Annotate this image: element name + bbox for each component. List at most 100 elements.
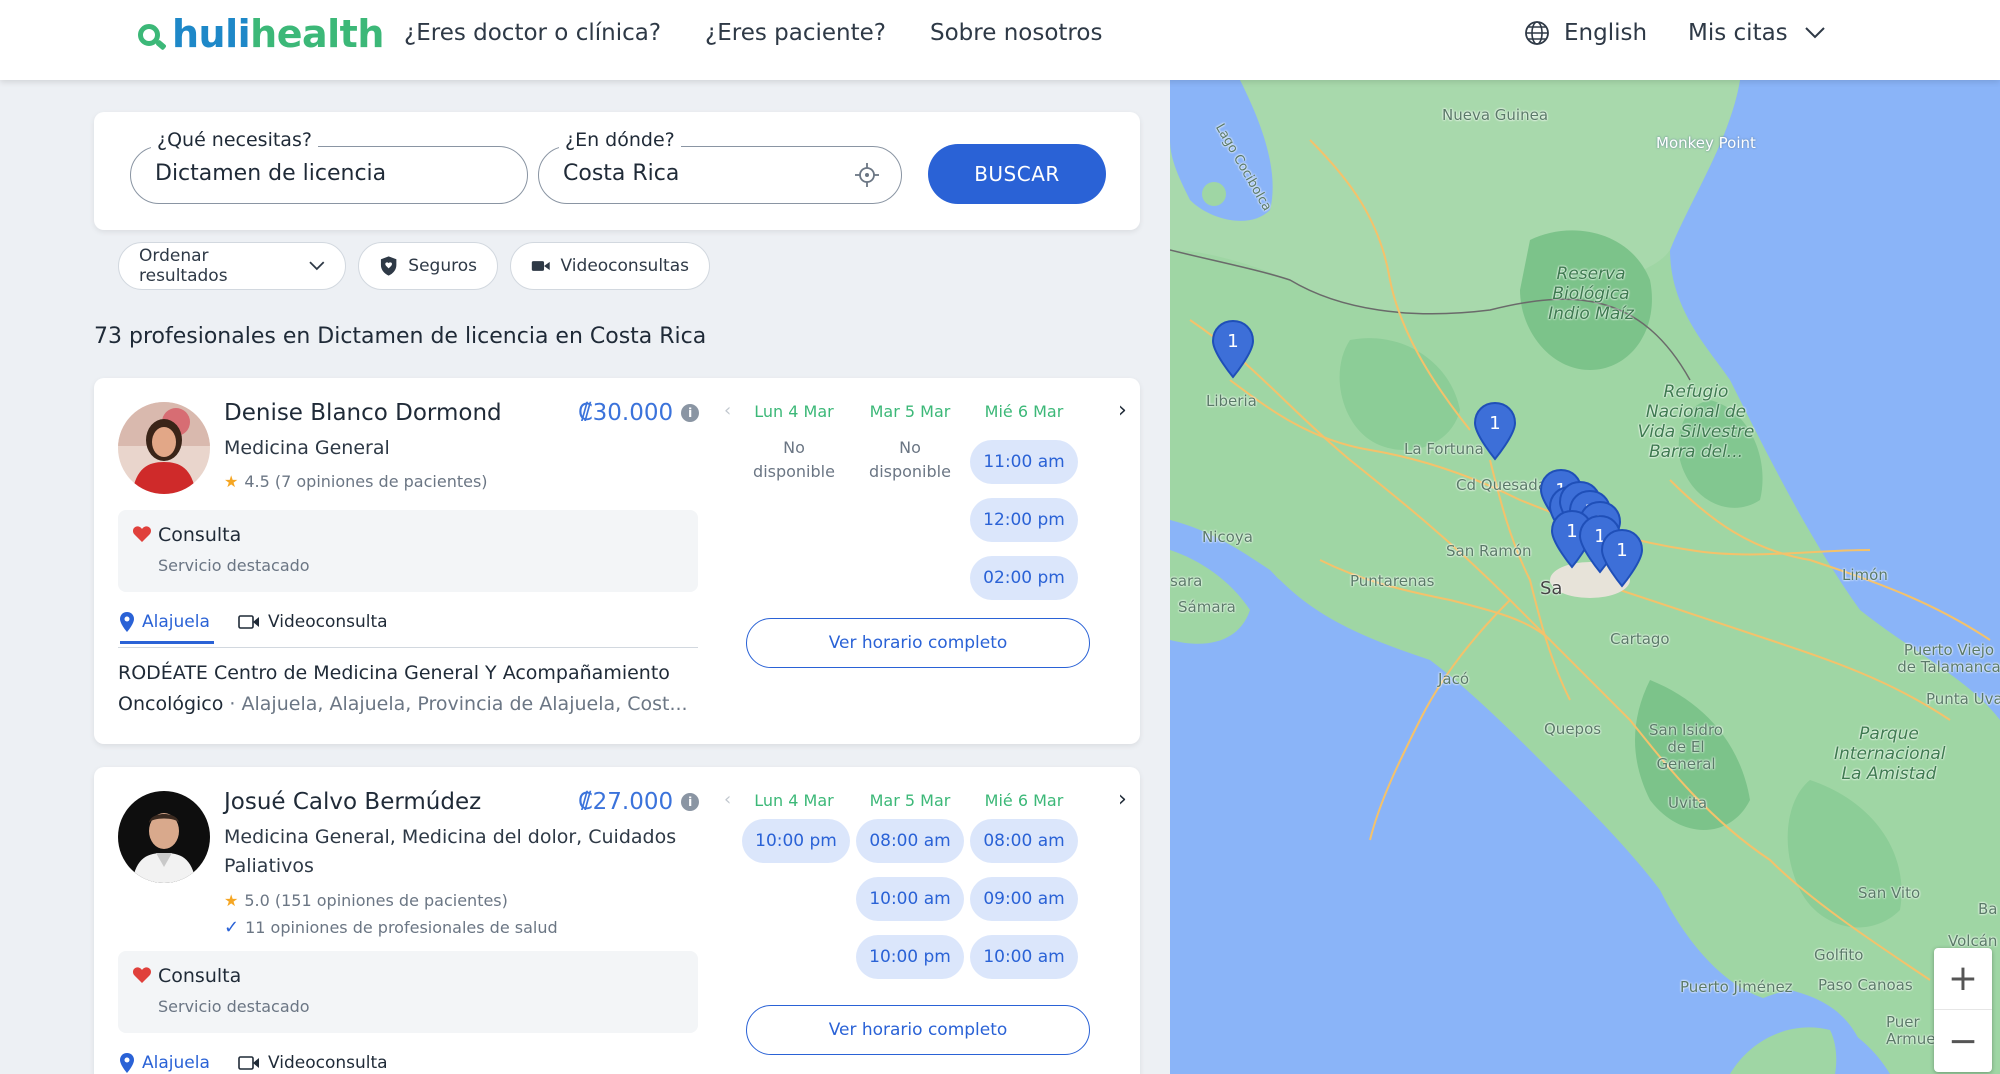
day-header: Mié 6 Mar (984, 791, 1064, 810)
what-label: ¿Qué necesitas? (151, 129, 318, 151)
video-camera-icon (238, 615, 259, 629)
map-label: Golfito (1814, 946, 1864, 964)
tab-videoconsulta[interactable]: Videoconsulta (238, 1053, 388, 1073)
schedule: ‹ › Lun 4 Mar Mar 5 Mar Mié 6 Mar No dis… (714, 378, 1127, 744)
zoom-in-button[interactable]: + (1934, 948, 1992, 1010)
chevron-left-icon[interactable]: ‹ (724, 789, 731, 810)
hulihealth-logo[interactable]: hulihealth (136, 12, 384, 56)
rating-text: 5.0 (151 opiniones de pacientes) (244, 891, 508, 910)
main-nav: ¿Eres doctor o clínica? ¿Eres paciente? … (404, 20, 1102, 46)
chevron-down-icon (309, 261, 325, 271)
professional-reviews-text: 11 opiniones de profesionales de salud (245, 918, 558, 937)
view-full-schedule-button[interactable]: Ver horario completo (746, 618, 1090, 668)
day-header: Lun 4 Mar (754, 402, 834, 421)
clinic-info[interactable]: RODÉATE Centro de Medicina General Y Aco… (118, 658, 698, 720)
time-slot[interactable]: 10:00 pm (856, 935, 964, 979)
map-label: Quepos (1544, 720, 1602, 738)
time-slot[interactable]: 10:00 am (856, 877, 964, 921)
results-map[interactable]: Lago Cocibolca Nueva Guinea Monkey Point… (1170, 80, 2000, 1074)
not-available-text: No disponible (869, 438, 951, 481)
sort-results-dropdown[interactable]: Ordenar resultados (118, 242, 346, 290)
video-camera-icon (531, 261, 550, 271)
marker-count: 1 (1616, 540, 1628, 561)
doctor-name[interactable]: Denise Blanco Dormond (224, 400, 502, 426)
map-label: Liberia (1206, 392, 1257, 410)
view-full-schedule-button[interactable]: Ver horario completo (746, 1005, 1090, 1055)
language-selector[interactable]: English (1524, 20, 1647, 46)
search-button[interactable]: BUSCAR (928, 144, 1106, 204)
doctor-card[interactable]: Denise Blanco Dormond Medicina General ★… (94, 378, 1140, 744)
map-label: Nicoya (1202, 528, 1253, 546)
info-icon[interactable]: i (681, 793, 700, 811)
info-icon[interactable]: i (681, 404, 700, 422)
logo-text-health: health (250, 12, 384, 56)
featured-service[interactable]: Consulta Servicio destacado (118, 510, 698, 592)
map-label: Refugio Nacional de Vida Silvestre Barra… (1637, 382, 1755, 462)
location-pin-icon (120, 612, 134, 632)
map-label: Paso Canoas (1818, 976, 1913, 994)
time-slot[interactable]: 12:00 pm (970, 498, 1078, 542)
map-label: San Ramón (1446, 542, 1532, 560)
day-header: Mar 5 Mar (869, 791, 951, 810)
what-input[interactable] (155, 161, 472, 186)
nav-about[interactable]: Sobre nosotros (930, 20, 1102, 46)
location-tabs: Alajuela Videoconsulta (118, 1043, 698, 1074)
my-appointments-menu[interactable]: Mis citas (1688, 20, 1826, 46)
map-label: Sa (1540, 578, 1563, 599)
day-header: Mié 6 Mar (984, 402, 1064, 421)
top-header: hulihealth ¿Eres doctor o clínica? ¿Eres… (0, 0, 2000, 80)
doctor-card[interactable]: Josué Calvo Bermúdez Medicina General, M… (94, 767, 1140, 1074)
time-slot[interactable]: 10:00 pm (742, 819, 850, 863)
video-consultation-label: Videoconsultas (560, 256, 689, 276)
time-slot[interactable]: 11:00 am (970, 440, 1078, 484)
clinic-address: · Alajuela, Alajuela, Provincia de Alaju… (223, 693, 688, 715)
time-slot[interactable]: 09:00 am (970, 877, 1078, 921)
map-marker[interactable]: 1 (1210, 319, 1256, 379)
doctor-avatar[interactable] (118, 791, 210, 883)
doctor-avatar[interactable] (118, 402, 210, 494)
map-label: Uvita (1668, 794, 1708, 812)
chevron-right-icon[interactable]: › (1118, 787, 1127, 812)
map-marker[interactable]: 1 (1472, 401, 1518, 461)
price-value: ₡30.000 (578, 400, 674, 426)
location-tabs: Alajuela Videoconsulta (118, 602, 698, 648)
not-available-text: No disponible (753, 438, 835, 481)
doctor-rating: ★ 4.5 (7 opiniones de pacientes) (224, 472, 488, 491)
time-slot[interactable]: 10:00 am (970, 935, 1078, 979)
what-field[interactable]: ¿Qué necesitas? (130, 129, 528, 204)
consultation-price: ₡27.000 i (578, 789, 700, 815)
tab-alajuela[interactable]: Alajuela (120, 612, 214, 644)
heart-icon (132, 526, 152, 542)
my-appointments-label: Mis citas (1688, 20, 1788, 46)
tab-alajuela[interactable]: Alajuela (120, 1053, 210, 1073)
chevron-right-icon[interactable]: › (1118, 398, 1127, 423)
zoom-out-button[interactable]: − (1934, 1010, 1992, 1072)
time-slot[interactable]: 08:00 am (856, 819, 964, 863)
service-subtitle: Servicio destacado (158, 556, 310, 575)
map-label: Nueva Guinea (1442, 106, 1549, 124)
featured-service[interactable]: Consulta Servicio destacado (118, 951, 698, 1033)
time-slot[interactable]: 08:00 am (970, 819, 1078, 863)
doctor-name[interactable]: Josué Calvo Bermúdez (224, 789, 481, 815)
tab-videoconsulta[interactable]: Videoconsulta (238, 612, 388, 632)
tab-videoconsulta-label: Videoconsulta (268, 1053, 388, 1073)
chevron-left-icon[interactable]: ‹ (724, 400, 731, 421)
map-label: Sámara (1178, 598, 1236, 616)
nav-doctor-clinic[interactable]: ¿Eres doctor o clínica? (404, 20, 661, 46)
nav-patient[interactable]: ¿Eres paciente? (705, 20, 886, 46)
where-input[interactable] (563, 161, 853, 186)
where-field[interactable]: ¿En dónde? (538, 129, 902, 204)
where-label: ¿En dónde? (559, 129, 681, 151)
day-header: Mar 5 Mar (869, 402, 951, 421)
insurance-filter[interactable]: Seguros (358, 242, 498, 290)
map-marker[interactable]: 1 (1599, 528, 1645, 588)
map-label: Puntarenas (1350, 572, 1435, 590)
logo-text-huli: huli (172, 12, 251, 56)
consultation-price: ₡30.000 i (578, 400, 700, 426)
time-slot[interactable]: 02:00 pm (970, 556, 1078, 600)
video-consultation-filter[interactable]: Videoconsultas (510, 242, 710, 290)
map-label: Parque Internacional La Amistad (1834, 724, 1946, 784)
location-target-icon[interactable] (855, 163, 879, 187)
video-camera-icon (238, 1056, 259, 1070)
service-name: Consulta (158, 965, 242, 987)
